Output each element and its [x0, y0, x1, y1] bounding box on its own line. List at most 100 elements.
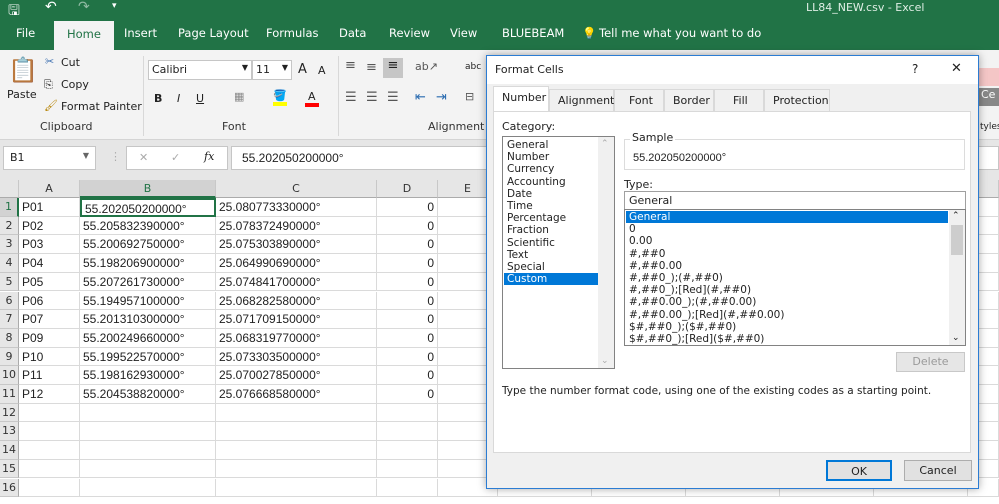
cell[interactable]	[216, 459, 377, 479]
cell[interactable]: 25.068282580000°	[216, 291, 377, 311]
type-item[interactable]: 0.00	[626, 235, 948, 247]
type-item[interactable]: #,##0_);[Red](#,##0)	[626, 284, 948, 296]
dialog-tab-protection[interactable]: Protection	[764, 89, 830, 111]
type-scrollbar[interactable]: ⌃ ⌄	[949, 210, 965, 345]
cell[interactable]: P02	[19, 216, 80, 236]
type-item[interactable]: #,##0.00_);(#,##0.00)	[626, 296, 948, 308]
cell[interactable]	[80, 441, 216, 460]
category-scrollbar[interactable]: ⌃ ⌄	[598, 137, 614, 368]
delete-button[interactable]: Delete	[896, 352, 965, 372]
tab-data[interactable]: Data	[339, 26, 366, 40]
cell[interactable]: 0	[377, 291, 438, 311]
row-header[interactable]: 16	[0, 478, 19, 498]
tab-file[interactable]: File	[16, 26, 35, 40]
cell[interactable]: 55.207261730000°	[80, 272, 216, 292]
cell[interactable]: P01	[19, 198, 80, 217]
help-button[interactable]: ?	[912, 62, 918, 76]
name-box[interactable]: B1 ▼	[3, 146, 96, 170]
cell[interactable]	[19, 422, 80, 442]
decrease-indent-icon[interactable]: ⇤	[415, 90, 426, 105]
cell[interactable]: 55.200692750000°	[80, 235, 216, 255]
type-item[interactable]: 0	[626, 223, 948, 235]
underline-button[interactable]: U	[196, 92, 204, 105]
category-item[interactable]: Number	[504, 151, 598, 163]
category-item[interactable]: General	[504, 139, 598, 151]
scroll-down-icon[interactable]: ⌄	[601, 356, 609, 366]
dialog-tab-number[interactable]: Number	[493, 86, 549, 112]
cell[interactable]: P07	[19, 310, 80, 329]
cell[interactable]: P04	[19, 254, 80, 273]
cell[interactable]: 25.078372490000°	[216, 216, 377, 236]
category-item[interactable]: Fraction	[504, 224, 598, 236]
align-bottom-icon[interactable]: ≡	[383, 58, 403, 78]
paste-icon[interactable]: 📋	[8, 56, 38, 84]
cell[interactable]: 0	[377, 347, 438, 367]
copy-button[interactable]: Copy	[61, 78, 89, 91]
type-item[interactable]: #,##0	[626, 248, 948, 260]
cell[interactable]: 0	[377, 328, 438, 348]
cell[interactable]	[216, 422, 377, 442]
align-center-icon[interactable]: ☰	[366, 90, 378, 105]
cell[interactable]: 25.071709150000°	[216, 310, 377, 329]
cell-styles-button[interactable]: Ce	[979, 88, 999, 106]
tab-formulas[interactable]: Formulas	[266, 26, 319, 40]
row-header[interactable]: 12	[0, 403, 19, 423]
cell[interactable]	[80, 478, 216, 498]
tab-home[interactable]: Home	[54, 21, 114, 50]
cell[interactable]: 0	[377, 235, 438, 255]
style-bad-swatch[interactable]	[979, 68, 999, 86]
cell[interactable]: 55.198206900000°	[80, 254, 216, 273]
cell[interactable]	[216, 441, 377, 460]
cell[interactable]: 25.075303890000°	[216, 235, 377, 255]
increase-indent-icon[interactable]: ⇥	[436, 90, 447, 105]
category-item[interactable]: Percentage	[504, 212, 598, 224]
row-header[interactable]: 3	[0, 235, 19, 255]
cell[interactable]: 55.198162930000°	[80, 366, 216, 385]
row-header[interactable]: 5	[0, 272, 19, 292]
wrap-text-icon[interactable]: abc	[465, 62, 481, 72]
type-item[interactable]: $#,##0_);[Red]($#,##0)	[626, 333, 948, 345]
merge-center-icon[interactable]: ⊟	[465, 90, 474, 103]
borders-icon[interactable]: ▦	[234, 90, 244, 103]
cancel-entry-icon[interactable]: ✕	[139, 151, 148, 164]
shrink-font-button[interactable]: A	[318, 64, 326, 77]
align-right-icon[interactable]: ☰	[387, 90, 399, 105]
cancel-button[interactable]: Cancel	[904, 460, 972, 481]
tab-insert[interactable]: Insert	[124, 26, 157, 40]
row-header[interactable]: 1	[0, 198, 19, 217]
fill-color-icon[interactable]: 🪣	[273, 89, 287, 106]
cell[interactable]	[80, 422, 216, 442]
insert-function-button[interactable]: fx	[204, 150, 214, 163]
row-header[interactable]: 6	[0, 291, 19, 311]
cell[interactable]: 55.199522570000°	[80, 347, 216, 367]
dialog-tab-alignment[interactable]: Alignment	[549, 89, 614, 111]
bold-button[interactable]: B	[154, 92, 162, 105]
cell[interactable]	[19, 478, 80, 498]
column-header-b[interactable]: B	[80, 180, 216, 198]
cell[interactable]	[377, 441, 438, 460]
ok-button[interactable]: OK	[826, 460, 892, 481]
category-item[interactable]: Text	[504, 249, 598, 261]
category-list[interactable]: General Number Currency Accounting Date Time P…	[502, 136, 615, 369]
tab-view[interactable]: View	[450, 26, 477, 40]
cell[interactable]: P11	[19, 366, 80, 385]
column-header-c[interactable]: C	[216, 180, 377, 198]
category-item[interactable]: Accounting	[504, 176, 598, 188]
selected-cell[interactable]: 55.202050200000°	[80, 198, 216, 217]
row-header[interactable]: 7	[0, 310, 19, 329]
row-header[interactable]: 2	[0, 216, 19, 236]
cell[interactable]: P05	[19, 272, 80, 292]
category-item[interactable]: Date	[504, 188, 598, 200]
tell-me-search[interactable]: Tell me what you want to do	[599, 26, 761, 40]
type-item[interactable]: #,##0.00_);[Red](#,##0.00)	[626, 309, 948, 321]
cell[interactable]: 0	[377, 310, 438, 329]
cell[interactable]	[216, 478, 377, 498]
dialog-tab-border[interactable]: Border	[664, 89, 714, 111]
cell[interactable]: 55.201310300000°	[80, 310, 216, 329]
scroll-down-icon[interactable]: ⌄	[952, 333, 960, 343]
type-list[interactable]: General 0 0.00 #,##0 #,##0.00 #,##0_);(#,##0)…	[624, 209, 966, 346]
column-header-a[interactable]: A	[19, 180, 80, 198]
cell[interactable]	[19, 459, 80, 479]
font-color-button[interactable]: A	[305, 90, 319, 107]
font-size-select[interactable]: 11 ▼	[252, 60, 292, 80]
